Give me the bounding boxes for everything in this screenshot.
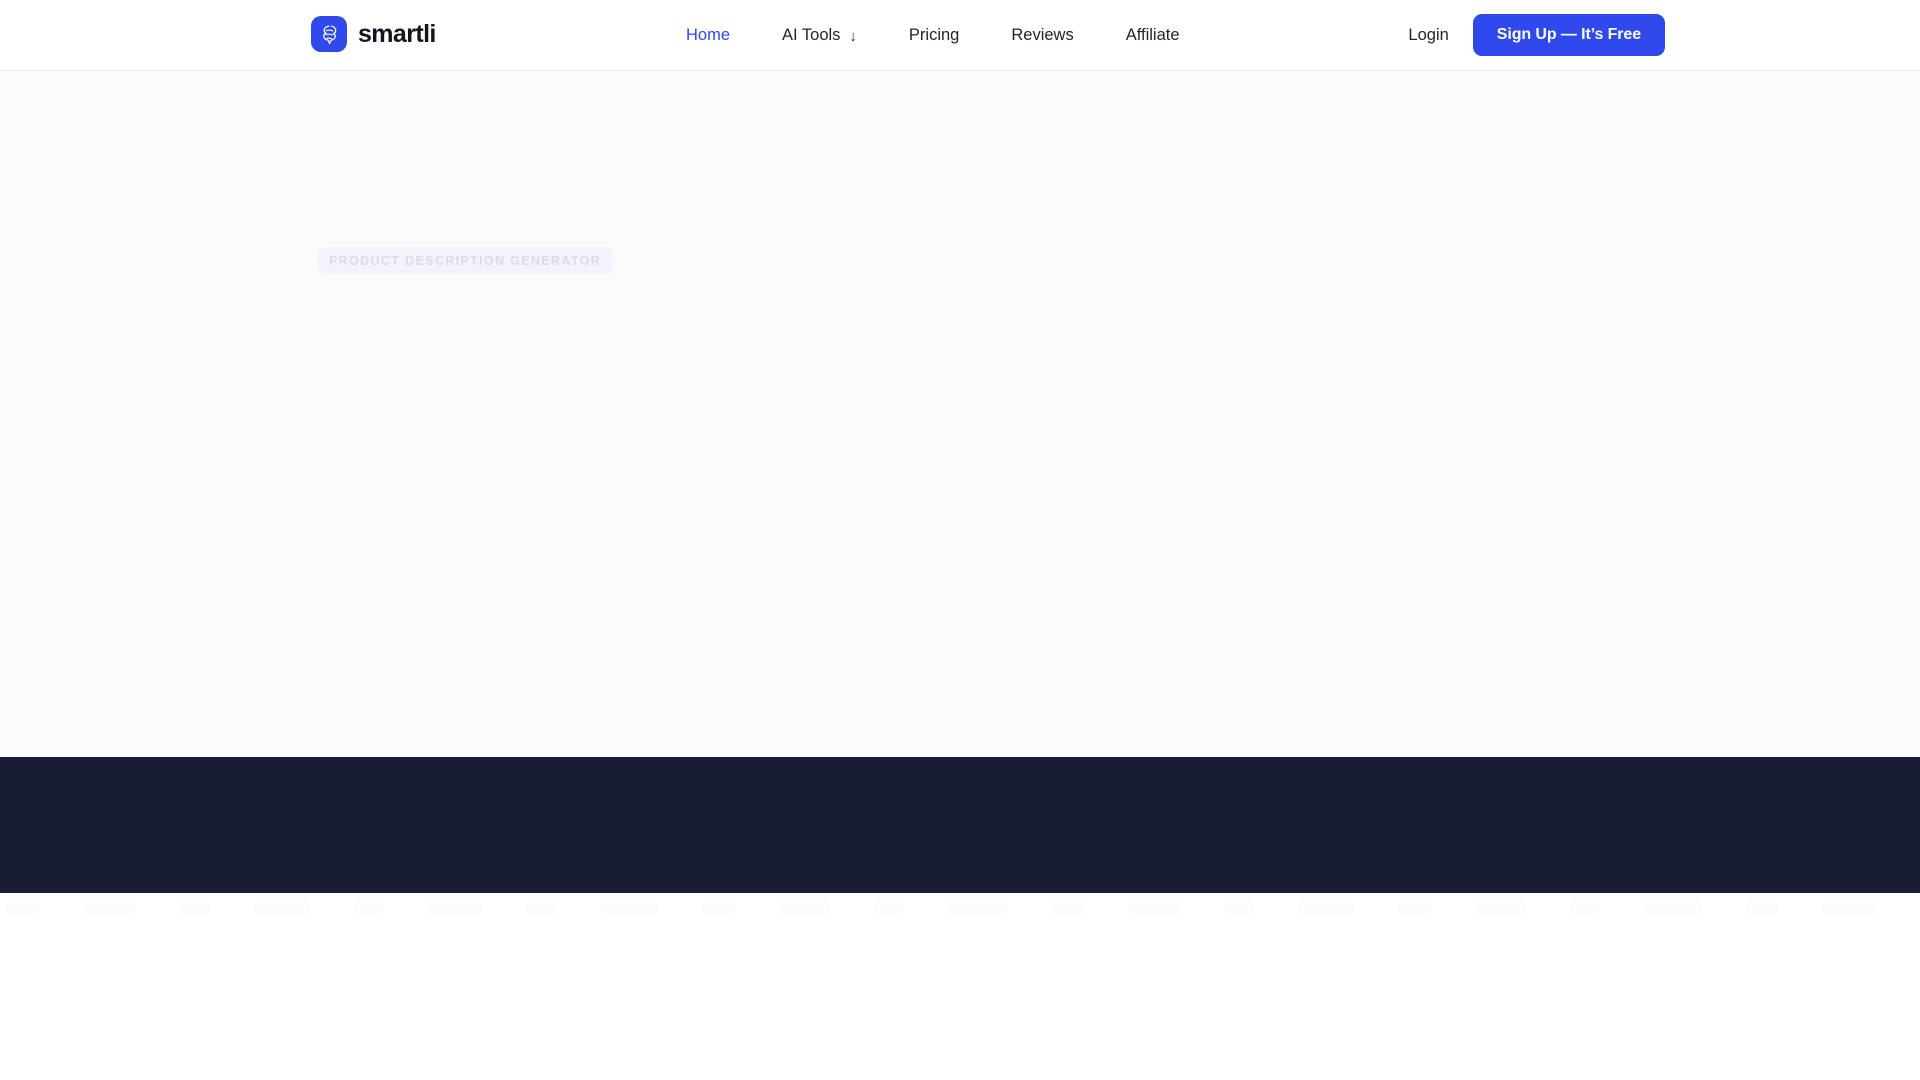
smartli-logo-icon (311, 16, 347, 52)
logo-strip-item (780, 901, 830, 915)
main-nav: Home AI Tools ↓ Pricing Reviews Affiliat… (686, 0, 1206, 70)
logo-strip-item (84, 901, 136, 915)
nav-item-reviews-label: Reviews (1011, 25, 1074, 44)
logo-strip-item (180, 901, 210, 915)
chevron-down-icon: ↓ (849, 27, 857, 45)
logo-strip-item (702, 901, 736, 915)
dark-band-section (0, 757, 1920, 893)
nav-item-pricing-label: Pricing (908, 25, 960, 44)
logo-strip-item (6, 901, 40, 915)
nav-item-ai-tools-label: AI Tools (782, 25, 841, 44)
hero-eyebrow-badge: PRODUCT DESCRIPTION GENERATOR (318, 247, 613, 274)
logo-strip-item (354, 901, 384, 915)
hero-content-placeholder (318, 301, 1608, 721)
logo-strip-item (1298, 901, 1354, 915)
logo-strip-item (1476, 901, 1526, 915)
nav-item-ai-tools[interactable]: AI Tools ↓ (756, 0, 883, 70)
logo-strip-item (1398, 901, 1432, 915)
nav-item-affiliate[interactable]: Affiliate (1100, 0, 1206, 70)
logo-strip-item (428, 901, 482, 915)
auth-cluster: Login Sign Up — It’s Free (1398, 0, 1665, 70)
hero-section: PRODUCT DESCRIPTION GENERATOR (0, 71, 1920, 757)
brand-logo-link[interactable]: smartli (311, 16, 436, 52)
logo-strip-item (948, 901, 1008, 915)
site-header: smartli Home AI Tools ↓ Pricing Reviews … (0, 0, 1920, 71)
logo-strip-item (1052, 901, 1084, 915)
brand-name: smartli (358, 19, 436, 48)
logo-strip-item (1746, 901, 1778, 915)
logo-strip-item (526, 901, 556, 915)
logo-strip-item (1822, 901, 1876, 915)
nav-item-reviews[interactable]: Reviews (985, 0, 1099, 70)
logo-strip-section (0, 893, 1920, 1080)
nav-item-home-label: Home (686, 25, 731, 44)
landing-page: smartli Home AI Tools ↓ Pricing Reviews … (0, 0, 1920, 1080)
nav-item-pricing[interactable]: Pricing (883, 0, 985, 70)
logo-strip-item (600, 901, 658, 915)
header-inner: smartli Home AI Tools ↓ Pricing Reviews … (0, 0, 1920, 70)
logo-strip-track (0, 899, 1920, 917)
signup-button[interactable]: Sign Up — It’s Free (1472, 14, 1665, 56)
login-link[interactable]: Login (1398, 20, 1458, 51)
logo-strip-item (1224, 901, 1254, 915)
logo-strip-item (874, 901, 904, 915)
nav-item-home[interactable]: Home (686, 0, 756, 70)
logo-strip-item (254, 901, 310, 915)
logo-strip-item (1128, 901, 1180, 915)
logo-strip-item (1644, 901, 1702, 915)
nav-item-affiliate-label: Affiliate (1125, 25, 1180, 44)
logo-strip-item (1570, 901, 1600, 915)
